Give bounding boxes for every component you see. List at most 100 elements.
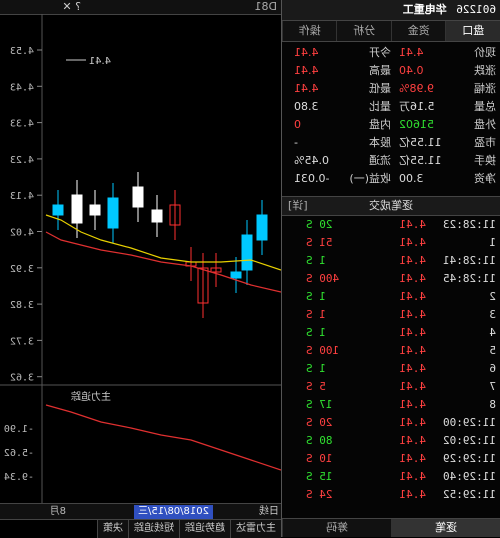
y-tick-label: 3.82: [10, 300, 34, 311]
day-label[interactable]: 日线: [259, 504, 279, 520]
tab-qushi-zhuizong[interactable]: 趋势追踪: [179, 520, 230, 538]
tab-chouma[interactable]: 筹码: [282, 519, 391, 537]
y-tick-label: 4.43: [10, 82, 34, 93]
quote-value: 51602: [399, 116, 434, 134]
quote-cell: 市盈11.55亿: [391, 134, 496, 152]
quote-row: 涨跌0.40最高4.41: [286, 62, 496, 80]
tick-row: 44.411 S: [282, 324, 496, 342]
tab-duanxian-zhuizong[interactable]: 短线追踪: [128, 520, 179, 538]
tick-volume: 5 S: [306, 378, 346, 396]
stock-code: 601226: [456, 3, 496, 16]
tick-price: 4.41: [346, 270, 426, 288]
tick-volume: 100 S: [306, 342, 346, 360]
quote-value: -0.031: [294, 170, 329, 188]
tick-price: 4.41: [346, 234, 426, 252]
annot-price: 4.41: [89, 56, 111, 67]
tick-volume: 24 S: [306, 486, 346, 504]
y-tick-label: 4.02: [10, 228, 34, 239]
tick-price: 4.41: [346, 414, 426, 432]
date-cursor: 2018/08/15/三: [134, 505, 213, 519]
quote-cell: 涨幅9.98%: [391, 80, 496, 98]
quote-label: 最高: [369, 62, 391, 80]
quote-value: 4.41: [294, 62, 319, 80]
candle-body: [242, 235, 252, 270]
ticks-title: 逐笔成交: [369, 199, 413, 212]
sub-y-tick-label: -9.34: [4, 472, 34, 483]
quote-value: 4.41: [399, 44, 424, 62]
tick-volume: 20 S: [306, 216, 346, 234]
quote-label: 现价: [474, 44, 496, 62]
y-tick-label: 4.33: [10, 119, 34, 130]
tick-time: 11:29:02: [426, 432, 496, 450]
tick-price: 4.41: [346, 324, 426, 342]
quote-table: 现价4.41今开4.41涨跌0.40最高4.41涨幅9.98%最低4.41总量5…: [282, 42, 500, 190]
tab-juece[interactable]: 决策: [97, 520, 128, 538]
kline-chart-area[interactable]: D81 ? ✕ 4.534.434.334.234.134.023.923.82…: [0, 0, 281, 537]
quote-cell: 总量5.16万: [391, 98, 496, 116]
quote-cell: 外盘 51602: [391, 116, 496, 134]
quote-value: 4.41: [294, 80, 319, 98]
ticks-list: 11:28:234.4120 S14.4151 S11:28:414.411 S…: [282, 216, 500, 504]
tick-time: 3: [426, 306, 496, 324]
tick-time: 8: [426, 396, 496, 414]
tick-price: 4.41: [346, 252, 426, 270]
quote-cell: 收益(一) -0.031: [286, 170, 391, 188]
candle-body: [72, 195, 82, 223]
tab-zhubi[interactable]: 逐笔: [391, 519, 500, 537]
quote-value: 0.40: [399, 62, 424, 80]
tick-price: 4.41: [346, 450, 426, 468]
ticks-header: 逐笔成交 [详]: [282, 196, 500, 216]
y-tick-label: 3.62: [10, 373, 34, 384]
tick-time: 11:28:23: [426, 216, 496, 234]
tick-row: 11:28:234.4120 S: [282, 216, 496, 234]
panel-bottom-tabs: 逐笔 筹码: [282, 518, 500, 537]
tick-time: 11:29:40: [426, 468, 496, 486]
quote-cell: 现价 4.41: [391, 44, 496, 62]
quote-label: 收益(一): [349, 170, 391, 188]
tab-zijin[interactable]: 资金: [391, 21, 446, 41]
tick-row: 34.411 S: [282, 306, 496, 324]
quote-value: 0: [294, 116, 301, 134]
quote-label: 净资: [474, 170, 496, 188]
month-label: 8月: [50, 504, 66, 520]
tab-fenxi[interactable]: 分析: [337, 21, 392, 41]
sub-y-tick-label: -5.62: [4, 448, 34, 459]
sub-y-tick-label: -1.90: [4, 424, 34, 435]
tab-zhuli-leida[interactable]: 主力雷达: [230, 520, 281, 538]
tick-time: 11:29:29: [426, 450, 496, 468]
tick-price: 4.41: [346, 342, 426, 360]
quote-cell: 今开4.41: [286, 44, 391, 62]
quote-value: 9.98%: [399, 80, 434, 98]
tick-time: 11:29:00: [426, 414, 496, 432]
tab-pankou[interactable]: 盘口: [446, 21, 500, 41]
quote-cell: 内盘0: [286, 116, 391, 134]
zhuli-line: [46, 405, 281, 470]
tick-time: 7: [426, 378, 496, 396]
tick-row: 11:28:414.411 S: [282, 252, 496, 270]
quote-label: 换手: [474, 152, 496, 170]
tick-row: 11:28:454.41400 S: [282, 270, 496, 288]
tab-caozuo[interactable]: 操作: [282, 21, 337, 41]
panel-tabs: 盘口 资金 分析 操作: [282, 21, 500, 42]
tick-time: 2: [426, 288, 496, 306]
tick-volume: 1 S: [306, 288, 346, 306]
stock-name: 华电重工: [403, 3, 447, 16]
tick-volume: 17 S: [306, 396, 346, 414]
tick-row: 74.415 S: [282, 378, 496, 396]
tick-price: 4.41: [346, 468, 426, 486]
quote-label: 外盘: [474, 116, 496, 134]
tick-volume: 80 S: [306, 432, 346, 450]
candle-body: [231, 272, 241, 278]
quote-value: 3.00: [399, 170, 424, 188]
chart-bottom-tabs: 主力雷达 趋势追踪 短线追踪 决策: [0, 519, 281, 538]
tick-volume: 15 S: [306, 468, 346, 486]
tick-volume: 51 S: [306, 234, 346, 252]
candle-body: [152, 210, 162, 222]
quote-value: 0.45%: [294, 152, 329, 170]
quote-row: 净资 3.00 收益(一) -0.031: [286, 170, 496, 188]
kline-svg: 4.534.434.334.234.134.023.923.823.723.62…: [0, 0, 281, 503]
candle-body: [108, 198, 118, 228]
quote-row: 换手11.55亿流通0.45%: [286, 152, 496, 170]
quote-value: 3.80: [294, 98, 319, 116]
ticks-detail-link[interactable]: [详]: [288, 197, 308, 215]
